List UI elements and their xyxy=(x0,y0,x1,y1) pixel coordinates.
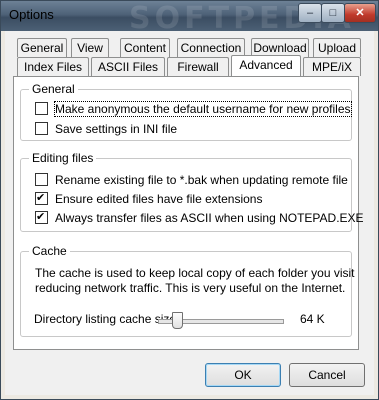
close-icon: ✕ xyxy=(355,7,365,19)
tab-advanced[interactable]: Advanced xyxy=(231,55,301,76)
tab-general[interactable]: General xyxy=(17,38,67,57)
save-ini-checkbox[interactable] xyxy=(35,122,48,135)
cache-description: The cache is used to keep local copy of … xyxy=(35,266,355,296)
maximize-icon: □ xyxy=(329,7,337,19)
window-title: Options xyxy=(9,7,54,22)
cancel-button[interactable]: Cancel xyxy=(289,363,365,387)
ascii-notepad-label: Always transfer files as ASCII when usin… xyxy=(55,211,364,225)
cache-group-title: Cache xyxy=(29,244,70,258)
tab-index-files[interactable]: Index Files xyxy=(17,57,89,76)
tab-ascii-files[interactable]: ASCII Files xyxy=(91,57,165,76)
close-button[interactable]: ✕ xyxy=(344,3,376,23)
advanced-panel: General Make anonymous the default usern… xyxy=(13,76,364,350)
editing-files-group-title: Editing files xyxy=(29,151,97,165)
ensure-extensions-option[interactable]: Ensure edited files have file extensions xyxy=(35,190,263,207)
tab-upload[interactable]: Upload xyxy=(313,38,361,57)
anonymous-default-checkbox[interactable] xyxy=(35,102,48,115)
title-bar[interactable]: SOFTPEDIA Options – □ ✕ xyxy=(1,1,378,36)
rename-bak-checkbox[interactable] xyxy=(35,173,48,186)
minimize-button[interactable]: – xyxy=(298,3,322,23)
general-group-title: General xyxy=(29,82,78,96)
general-group: General Make anonymous the default usern… xyxy=(20,82,352,141)
ascii-notepad-option[interactable]: Always transfer files as ASCII when usin… xyxy=(35,209,364,226)
ok-button[interactable]: OK xyxy=(205,363,281,387)
minimize-icon: – xyxy=(306,7,314,19)
ensure-extensions-label: Ensure edited files have file extensions xyxy=(55,192,263,206)
tab-view[interactable]: View xyxy=(71,38,109,57)
cache-size-slider-thumb[interactable] xyxy=(171,312,183,329)
ascii-notepad-checkbox[interactable] xyxy=(35,209,48,225)
anonymous-default-label: Make anonymous the default username for … xyxy=(54,101,352,117)
ensure-extensions-checkbox[interactable] xyxy=(35,190,48,206)
tab-mpe-ix[interactable]: MPE/iX xyxy=(303,57,361,76)
cache-description-line-2: reducing network traffic. This is very u… xyxy=(35,281,346,295)
tab-content[interactable]: Content xyxy=(120,38,170,57)
cache-size-value: 64 K xyxy=(300,312,325,326)
maximize-button[interactable]: □ xyxy=(321,3,345,23)
cache-description-line-1: The cache is used to keep local copy of … xyxy=(35,266,355,280)
rename-bak-option[interactable]: Rename existing file to *.bak when updat… xyxy=(35,172,348,188)
anonymous-default-option[interactable]: Make anonymous the default username for … xyxy=(35,101,352,117)
editing-files-group: Editing files Rename existing file to *.… xyxy=(20,151,364,232)
tab-firewall[interactable]: Firewall xyxy=(167,57,229,76)
save-ini-label: Save settings in INI file xyxy=(55,122,178,136)
options-dialog: SOFTPEDIA Options – □ ✕ General View Con… xyxy=(0,0,379,400)
save-ini-option[interactable]: Save settings in INI file xyxy=(35,121,177,137)
rename-bak-label: Rename existing file to *.bak when updat… xyxy=(55,173,348,187)
